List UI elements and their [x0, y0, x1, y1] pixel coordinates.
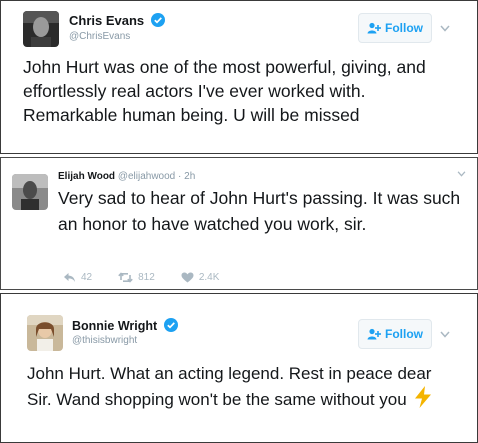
- lightning-bolt-icon: [415, 386, 432, 408]
- tweet-text: John Hurt. What an acting legend. Rest i…: [27, 362, 457, 415]
- avatar[interactable]: [27, 315, 63, 351]
- reply-count: 42: [81, 272, 93, 283]
- tweet-card-elijah-wood: Elijah Wood @elijahwood · 2h Very sad to…: [0, 157, 478, 290]
- avatar[interactable]: [23, 11, 59, 47]
- tweet-header: Elijah Wood @elijahwood · 2h: [58, 171, 195, 182]
- tweet-card-chris-evans: Chris Evans @ChrisEvans Follow John Hurt…: [0, 0, 478, 154]
- verified-badge-icon: [163, 318, 178, 332]
- tweet-text: Very sad to hear of John Hurt's passing.…: [58, 188, 461, 234]
- chevron-down-icon[interactable]: [440, 331, 450, 338]
- author-name-text[interactable]: Chris Evans: [69, 13, 144, 28]
- follow-button-label: Follow: [385, 21, 423, 35]
- tweet-actions: 42 812 2.4K: [63, 272, 245, 283]
- retweet-count: 812: [138, 272, 155, 283]
- author-name[interactable]: Bonnie Wright: [72, 318, 178, 333]
- avatar[interactable]: [12, 174, 48, 210]
- chevron-down-icon[interactable]: [457, 171, 466, 177]
- tweet-text: John Hurt was one of the most powerful, …: [23, 57, 426, 125]
- chevron-down-icon[interactable]: [440, 25, 450, 32]
- follow-person-plus-icon: [367, 328, 381, 340]
- follow-person-plus-icon: [367, 22, 381, 34]
- author-name[interactable]: Elijah Wood: [58, 171, 115, 182]
- follow-button[interactable]: Follow: [358, 13, 432, 43]
- verified-badge-icon: [150, 13, 165, 27]
- follow-button-label: Follow: [385, 327, 423, 341]
- author-name-text[interactable]: Bonnie Wright: [72, 319, 157, 333]
- lightning-emoji: [414, 386, 432, 415]
- retweet-icon: [118, 272, 133, 283]
- author-handle[interactable]: @elijahwood: [118, 171, 175, 182]
- avatar-photo-icon: [12, 174, 48, 210]
- reply-action[interactable]: 42: [63, 272, 92, 283]
- heart-icon: [181, 272, 194, 283]
- avatar-photo-icon: [23, 11, 59, 47]
- reply-icon: [64, 273, 75, 282]
- author-handle[interactable]: @ChrisEvans: [69, 31, 130, 42]
- tweet-time[interactable]: · 2h: [178, 171, 195, 182]
- tweet-card-bonnie-wright: Bonnie Wright @thisisbwright Follow John…: [0, 293, 478, 443]
- like-action[interactable]: 2.4K: [181, 272, 220, 283]
- author-handle[interactable]: @thisisbwright: [72, 335, 137, 346]
- avatar-photo-icon: [27, 315, 63, 351]
- like-count: 2.4K: [198, 272, 220, 283]
- tweet-text-body: John Hurt. What an acting legend. Rest i…: [27, 364, 432, 409]
- author-name[interactable]: Chris Evans: [69, 13, 165, 28]
- retweet-action[interactable]: 812: [118, 272, 155, 283]
- follow-button[interactable]: Follow: [358, 319, 432, 349]
